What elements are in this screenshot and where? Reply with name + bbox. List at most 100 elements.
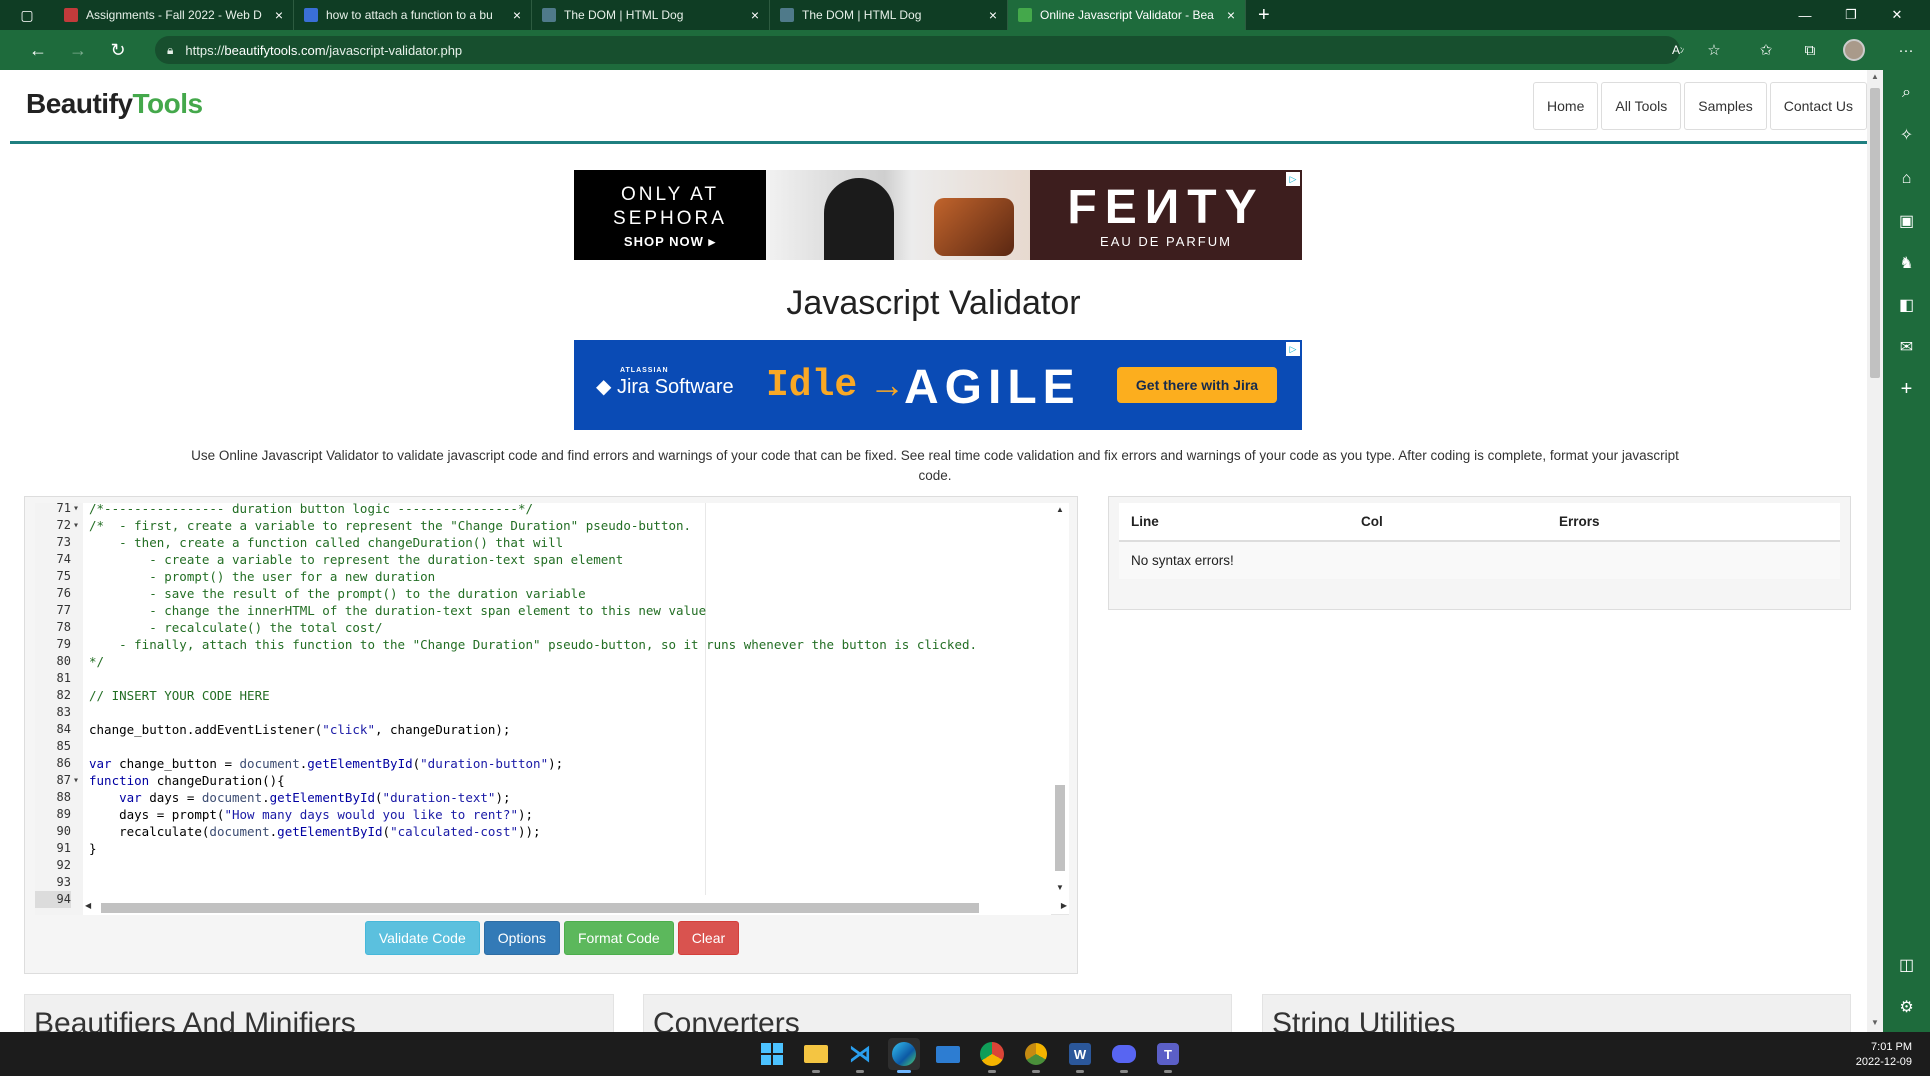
page-scroll-down-icon[interactable]: ▼: [1867, 1018, 1883, 1027]
discover-icon[interactable]: ✧: [1883, 118, 1930, 152]
editor-vertical-scrollbar[interactable]: ▲ ▼: [1051, 503, 1069, 899]
site-logo[interactable]: BeautifyTools: [26, 88, 203, 120]
system-clock[interactable]: 7:01 PM 2022-12-09: [1856, 1040, 1912, 1070]
new-tab-button[interactable]: +: [1246, 4, 1282, 27]
code-line[interactable]: 72 ▾ /* - first, create a variable to repr…: [35, 517, 1069, 534]
collections-icon[interactable]: ⧉: [1792, 30, 1828, 70]
code-line[interactable]: 71 ▾ /*---------------- duration button lo…: [35, 500, 1069, 517]
scroll-right-arrow-icon[interactable]: ▶: [1061, 901, 1067, 910]
nav-all-tools[interactable]: All Tools: [1601, 82, 1682, 130]
code-line[interactable]: 90 recalculate(document.getElementById("…: [35, 823, 1069, 840]
code-editor[interactable]: 71 ▾/*---------------- duration button lo…: [35, 500, 1069, 915]
games-icon[interactable]: ♞: [1883, 246, 1930, 280]
fenty-ad-banner[interactable]: ONLY AT SEPHORA SHOP NOW ▸ FEИTY EAU DE …: [574, 170, 1302, 260]
tools-icon[interactable]: ▣: [1883, 204, 1930, 238]
chrome-canary-icon[interactable]: [1020, 1038, 1052, 1073]
code-line[interactable]: 79 - finally, attach this function to th…: [35, 636, 1069, 653]
windows-start-icon[interactable]: [756, 1038, 788, 1070]
tab-close-icon[interactable]: ×: [275, 7, 283, 23]
nav-contact-us[interactable]: Contact Us: [1769, 82, 1867, 130]
split-screen-icon[interactable]: ◫: [1883, 948, 1930, 982]
code-line[interactable]: 89 days = prompt("How many days would yo…: [35, 806, 1069, 823]
fold-toggle-icon[interactable]: ▾: [73, 772, 83, 789]
code-line[interactable]: 84 change_button.addEventListener("click"…: [35, 721, 1069, 738]
code-line[interactable]: 82 // INSERT YOUR CODE HERE: [35, 687, 1069, 704]
editor-vscroll-thumb[interactable]: [1055, 785, 1065, 871]
url-field[interactable]: 🔒︎ https://beautifytools.com/javascript-…: [155, 36, 1680, 64]
fold-toggle-icon[interactable]: ▾: [73, 517, 83, 534]
word-icon[interactable]: W: [1064, 1038, 1096, 1073]
code-line[interactable]: 80 */: [35, 653, 1069, 670]
refresh-icon[interactable]: ↻: [98, 30, 138, 70]
more-icon[interactable]: ···: [1888, 30, 1924, 70]
tab-close-icon[interactable]: ×: [751, 7, 759, 23]
nav-samples[interactable]: Samples: [1684, 82, 1767, 130]
tab-close-icon[interactable]: ×: [513, 7, 521, 23]
code-line[interactable]: 93: [35, 874, 1069, 891]
office-icon[interactable]: ◧: [1883, 288, 1930, 322]
adchoices-icon[interactable]: ▷: [1286, 342, 1300, 356]
code-line[interactable]: 77 - change the innerHTML of the duratio…: [35, 602, 1069, 619]
edge-icon[interactable]: [888, 1038, 920, 1073]
jira-ad-banner[interactable]: ATLASSIAN ◆ Jira Software Idle → AGILE G…: [574, 340, 1302, 430]
code-line[interactable]: 92: [35, 857, 1069, 874]
editor-hscroll-thumb[interactable]: [101, 903, 979, 913]
clear-button[interactable]: Clear: [677, 921, 740, 955]
shopping-tag-icon[interactable]: ⌂: [1883, 162, 1930, 196]
tab-close-icon[interactable]: ×: [989, 7, 997, 23]
teams-icon[interactable]: T: [1152, 1038, 1184, 1073]
ad-cta-button[interactable]: Get there with Jira: [1117, 367, 1277, 403]
code-line[interactable]: 87 ▾ function changeDuration(){: [35, 772, 1069, 789]
card-heading[interactable]: Beautifiers And Minifiers: [34, 1007, 356, 1032]
card-heading[interactable]: String Utilities: [1272, 1007, 1455, 1032]
settings-icon[interactable]: ⚙: [1883, 990, 1930, 1024]
code-line[interactable]: 85: [35, 738, 1069, 755]
code-line[interactable]: 86 var change_button = document.getElemen…: [35, 755, 1069, 772]
add-favorite-icon[interactable]: ☆: [1696, 30, 1732, 70]
search-icon[interactable]: ⌕: [1883, 76, 1930, 110]
close-window-icon[interactable]: ✕: [1874, 0, 1920, 30]
options-button[interactable]: Options: [483, 921, 560, 955]
discord-icon[interactable]: [1108, 1038, 1140, 1073]
favorites-icon[interactable]: ✩: [1748, 30, 1784, 70]
code-line[interactable]: 83: [35, 704, 1069, 721]
nav-home[interactable]: Home: [1533, 82, 1599, 130]
code-line[interactable]: 75 - prompt() the user for a new duratio…: [35, 568, 1069, 585]
browser-tab[interactable]: how to attach a function to a bu ×: [294, 0, 532, 30]
code-line[interactable]: 74 - create a variable to represent the …: [35, 551, 1069, 568]
back-icon[interactable]: ←: [18, 30, 58, 70]
ad-shop-now[interactable]: SHOP NOW ▸: [574, 234, 766, 250]
validate-code-button[interactable]: Validate Code: [364, 921, 480, 955]
minimize-icon[interactable]: —: [1782, 0, 1828, 30]
browser-tab[interactable]: Assignments - Fall 2022 - Web D ×: [54, 0, 294, 30]
code-line[interactable]: 76 - save the result of the prompt() to …: [35, 585, 1069, 602]
browser-tab[interactable]: The DOM | HTML Dog ×: [532, 0, 770, 30]
profile-avatar[interactable]: [1836, 30, 1872, 70]
code-line[interactable]: 91}: [35, 840, 1069, 857]
format-code-button[interactable]: Format Code: [564, 921, 674, 955]
browser-tab[interactable]: Online Javascript Validator - Bea ×: [1008, 0, 1246, 30]
restore-icon[interactable]: ❐: [1828, 0, 1874, 30]
outlook-icon[interactable]: ✉: [1883, 330, 1930, 364]
scroll-down-arrow-icon[interactable]: ▼: [1051, 883, 1069, 892]
editor-horizontal-scrollbar[interactable]: ◀ ▶: [83, 899, 1067, 915]
chrome-icon[interactable]: [976, 1038, 1008, 1073]
code-line[interactable]: 73 - then, create a function called chan…: [35, 534, 1069, 551]
tab-close-icon[interactable]: ×: [1227, 7, 1235, 23]
tab-actions-icon[interactable]: ▢: [0, 0, 54, 30]
page-scroll-thumb[interactable]: [1870, 88, 1880, 378]
code-line[interactable]: 78 - recalculate() the total cost/: [35, 619, 1069, 636]
scroll-left-arrow-icon[interactable]: ◀: [85, 901, 91, 910]
forward-icon[interactable]: →: [58, 30, 98, 70]
code-line[interactable]: 88 var days = document.getElementById("d…: [35, 789, 1069, 806]
read-aloud-icon[interactable]: Aﾝ: [1660, 30, 1696, 70]
card-heading[interactable]: Converters: [653, 1007, 800, 1032]
mail-icon[interactable]: [932, 1038, 964, 1070]
code-line[interactable]: 81: [35, 670, 1069, 687]
file-explorer-icon[interactable]: [800, 1038, 832, 1073]
browser-tab[interactable]: The DOM | HTML Dog ×: [770, 0, 1008, 30]
vscode-icon[interactable]: ⋊: [844, 1038, 876, 1073]
adchoices-icon[interactable]: ▷: [1286, 172, 1300, 186]
code-lines[interactable]: 71 ▾/*---------------- duration button lo…: [35, 500, 1069, 908]
scroll-up-arrow-icon[interactable]: ▲: [1051, 505, 1069, 514]
